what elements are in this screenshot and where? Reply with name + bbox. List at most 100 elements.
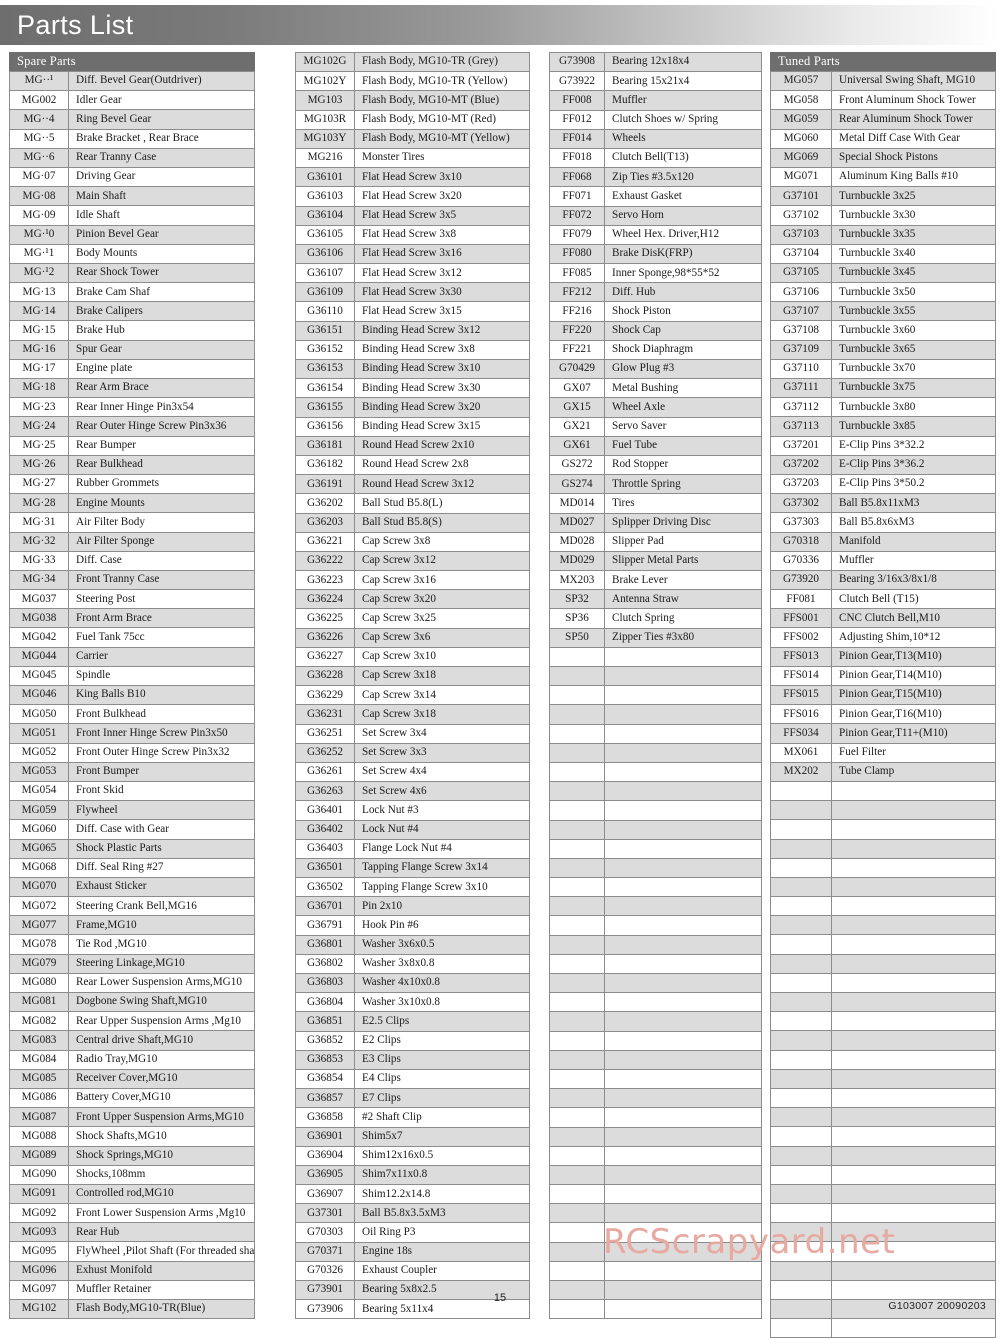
table-row xyxy=(549,992,762,1013)
table-row: MD028 Slipper Pad xyxy=(549,531,762,552)
part-description: Turnbuckle 3x60 xyxy=(831,320,996,341)
table-row: MG·13 Brake Cam Shaf xyxy=(9,282,255,303)
part-number xyxy=(549,1184,605,1205)
part-description: Pinion Gear,T16(M10) xyxy=(831,704,996,725)
part-number xyxy=(549,819,605,840)
table-row xyxy=(770,1318,996,1338)
part-number: G70371 xyxy=(295,1241,355,1262)
part-description: Muffler xyxy=(604,90,762,111)
part-number: SP32 xyxy=(549,589,605,610)
part-number xyxy=(549,838,605,859)
table-row: G36229 Cap Screw 3x14 xyxy=(295,685,530,706)
table-row: G37203 E-Clip Pins 3*50.2 xyxy=(770,473,996,495)
table-row: FF220 Shock Cap xyxy=(549,320,762,341)
table-row: G36151 Binding Head Screw 3x12 xyxy=(295,320,530,341)
part-number xyxy=(770,1145,832,1166)
part-number: MG050 xyxy=(9,704,69,725)
table-row xyxy=(549,1126,762,1147)
table-row: G36107 Flat Head Screw 3x12 xyxy=(295,263,530,284)
part-description: Dogbone Swing Shaft,MG10 xyxy=(68,991,255,1013)
table-row: MG·28 Engine Mounts xyxy=(9,493,255,514)
table-row: MG·08 Main Shaft xyxy=(9,186,255,207)
part-description xyxy=(604,1164,762,1186)
part-description: Universal Swing Shaft, MG10 xyxy=(831,70,996,92)
part-description: Lock Nut #4 xyxy=(354,819,530,840)
part-number: G37109 xyxy=(770,339,832,360)
part-number: MG088 xyxy=(9,1126,69,1147)
part-description: Ball B5.8x11xM3 xyxy=(831,493,996,514)
table-row: G36857 E7 Clips xyxy=(295,1088,530,1109)
part-description: Central drive Shaft,MG10 xyxy=(68,1030,255,1051)
part-number: G36227 xyxy=(295,646,355,668)
part-description: Air Filter Sponge xyxy=(68,531,255,552)
part-description: Flywheel xyxy=(68,800,255,821)
part-description: Flat Head Screw 3x10 xyxy=(354,167,530,188)
part-number xyxy=(549,992,605,1013)
part-number: MG·28 xyxy=(9,493,69,514)
part-number: G36151 xyxy=(295,320,355,341)
part-number: FFS002 xyxy=(770,627,832,648)
part-description: Special Shock Pistons xyxy=(831,147,996,168)
table-row: FF014 Wheels xyxy=(549,128,762,149)
table-row: GX21 Servo Saver xyxy=(549,416,762,437)
table-row xyxy=(549,1184,762,1205)
part-description: Diff. Case xyxy=(68,550,255,571)
part-description: Rear Outer Hinge Screw Pin3x36 xyxy=(68,416,255,437)
part-description: Tapping Flange Screw 3x10 xyxy=(354,877,530,898)
part-description: Pin 2x10 xyxy=(354,896,530,917)
part-description: Fuel Tank 75cc xyxy=(68,627,255,648)
part-number xyxy=(549,1260,605,1282)
table-row: G36804 Washer 3x10x0.8 xyxy=(295,992,530,1013)
part-number: G36501 xyxy=(295,857,355,879)
part-number xyxy=(770,915,832,936)
part-number xyxy=(770,1126,832,1147)
table-row: G36156 Binding Head Screw 3x15 xyxy=(295,416,530,437)
table-row: MG060 Metal Diff Case With Gear xyxy=(770,128,996,149)
part-number: G36853 xyxy=(295,1049,355,1070)
table-row xyxy=(549,1068,762,1090)
table-row xyxy=(770,972,996,994)
part-number: MG042 xyxy=(9,627,69,648)
part-description xyxy=(604,934,762,955)
part-description xyxy=(831,876,996,898)
table-row: MG·18 Rear Arm Brace xyxy=(9,377,255,399)
part-number xyxy=(549,896,605,917)
part-number: G36181 xyxy=(295,435,355,456)
part-description: Controlled rod,MG10 xyxy=(68,1183,255,1205)
part-number xyxy=(549,761,605,783)
part-description xyxy=(831,934,996,955)
part-number: MD028 xyxy=(549,531,605,552)
part-number: FFS016 xyxy=(770,704,832,725)
part-number: G36228 xyxy=(295,665,355,687)
table-row: G36101 Flat Head Screw 3x10 xyxy=(295,167,530,188)
table-row: MG·31 Air Filter Body xyxy=(9,512,255,533)
table-row: G36182 Round Head Screw 2x8 xyxy=(295,454,530,476)
part-number: MG·34 xyxy=(9,569,69,591)
table-row: G37103 Turnbuckle 3x35 xyxy=(770,224,996,245)
part-description: Pinion Bevel Gear xyxy=(68,224,255,245)
part-description: Flash Body, MG10-MT (Blue) xyxy=(354,90,530,111)
part-description: Main Shaft xyxy=(68,186,255,207)
part-description: Brake Cam Shaf xyxy=(68,282,255,303)
table-row: MG060 Diff. Case with Gear xyxy=(9,819,255,840)
part-number: MG052 xyxy=(9,742,69,763)
table-row xyxy=(770,857,996,878)
part-description: Air Filter Body xyxy=(68,512,255,533)
part-number xyxy=(770,972,832,994)
part-number: G36854 xyxy=(295,1068,355,1090)
part-description: Throttle Spring xyxy=(604,474,762,495)
table-row xyxy=(770,1164,996,1185)
part-description xyxy=(604,742,762,763)
part-number: SP50 xyxy=(549,627,605,648)
part-number: G37102 xyxy=(770,205,832,226)
table-row: G36224 Cap Screw 3x20 xyxy=(295,589,530,610)
part-number: G36221 xyxy=(295,531,355,552)
part-number: G36852 xyxy=(295,1030,355,1051)
table-row xyxy=(770,953,996,974)
part-description: Washer 3x6x0.5 xyxy=(354,934,530,955)
part-description: Flash Body, MG10-MT (Yellow) xyxy=(354,128,530,149)
part-number: G37105 xyxy=(770,262,832,284)
table-row: G36227 Cap Screw 3x10 xyxy=(295,646,530,668)
table-row: G36801 Washer 3x6x0.5 xyxy=(295,934,530,955)
part-description: Tires xyxy=(604,493,762,514)
